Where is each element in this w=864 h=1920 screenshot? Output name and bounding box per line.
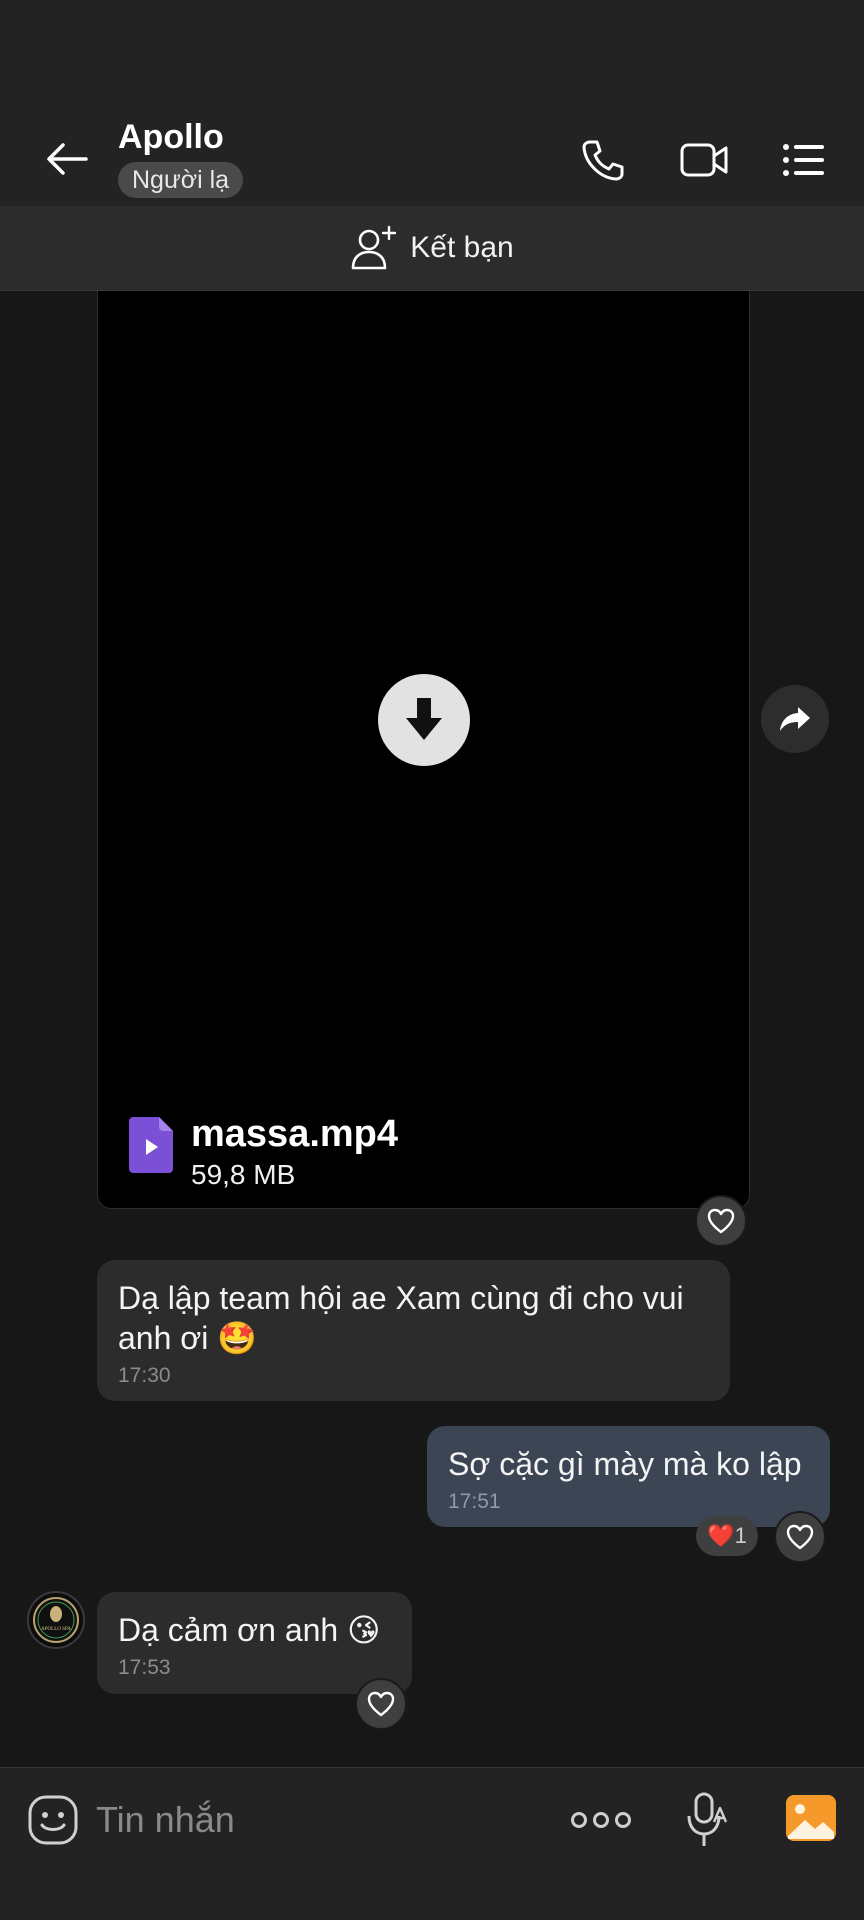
file-name: massa.mp4 [191,1113,399,1155]
message-text: Dạ cảm ơn anh 😘 [118,1612,381,1648]
more-icon [571,1812,587,1828]
contact-name[interactable]: Apollo [118,118,224,157]
message-input[interactable] [96,1790,536,1850]
incoming-message[interactable]: Dạ cảm ơn anh 😘 17:53 [97,1592,412,1694]
voice-call-button[interactable] [575,134,631,186]
image-icon [786,1795,836,1841]
heart-icon [367,1691,395,1717]
emoji-icon [28,1795,78,1845]
stranger-badge: Người lạ [118,162,244,198]
react-button[interactable] [695,1195,747,1247]
voice-to-text-button[interactable] [686,1792,730,1848]
chat-header: Apollo Người lạ [0,110,864,206]
message-composer [0,1767,864,1920]
status-bar [0,0,864,110]
download-button[interactable] [378,674,470,766]
message-time: 17:51 [448,1490,501,1513]
video-file-message[interactable]: massa.mp4 59,8 MB [97,291,750,1209]
emoji-button[interactable] [27,1794,79,1846]
message-text: Sợ cặc gì mày mà ko lập [448,1446,802,1482]
reaction-summary[interactable]: ❤️ 1 [696,1516,758,1556]
heart-reaction-icon: ❤️ [707,1523,735,1548]
message-time: 17:53 [118,1656,171,1679]
phone-icon [582,140,624,181]
message-time: 17:30 [118,1364,171,1387]
chat-options-button[interactable] [776,134,832,186]
outgoing-message[interactable]: Sợ cặc gì mày mà ko lập 17:51 [427,1426,830,1527]
more-icon-dot [615,1812,631,1828]
back-arrow-icon [47,143,88,175]
video-file-icon [129,1117,173,1173]
incoming-message[interactable]: Dạ lập team hội ae Xam cùng đi cho vui a… [97,1260,730,1401]
voice-to-text-icon [687,1792,728,1846]
share-icon [780,707,810,731]
reaction-count: 1 [734,1523,747,1548]
heart-icon [786,1524,814,1550]
video-call-icon [680,143,728,177]
gallery-button[interactable] [785,1794,837,1842]
react-button[interactable] [774,1511,826,1563]
more-icon-dot [593,1812,609,1828]
heart-icon [707,1208,735,1234]
download-icon [406,698,442,740]
add-friend-bar[interactable]: Kết bạn [0,206,864,291]
add-friend-label: Kết bạn [410,231,514,264]
message-text: Dạ lập team hội ae Xam cùng đi cho vui a… [118,1280,684,1356]
menu-list-icon [783,144,824,176]
avatar[interactable]: APOLLO SPA [27,1591,85,1649]
file-size: 59,8 MB [191,1159,296,1190]
add-friend-icon [351,225,397,270]
share-button[interactable] [761,685,829,753]
svg-text:APOLLO SPA: APOLLO SPA [41,1627,71,1632]
video-call-button[interactable] [676,134,732,186]
apollo-spa-logo: APOLLO SPA [33,1597,79,1643]
message-list[interactable]: massa.mp4 59,8 MB Dạ lập team hội ae Xam… [0,291,864,1767]
back-button[interactable] [40,132,94,186]
more-button[interactable] [571,1802,631,1838]
react-button[interactable] [355,1678,407,1730]
